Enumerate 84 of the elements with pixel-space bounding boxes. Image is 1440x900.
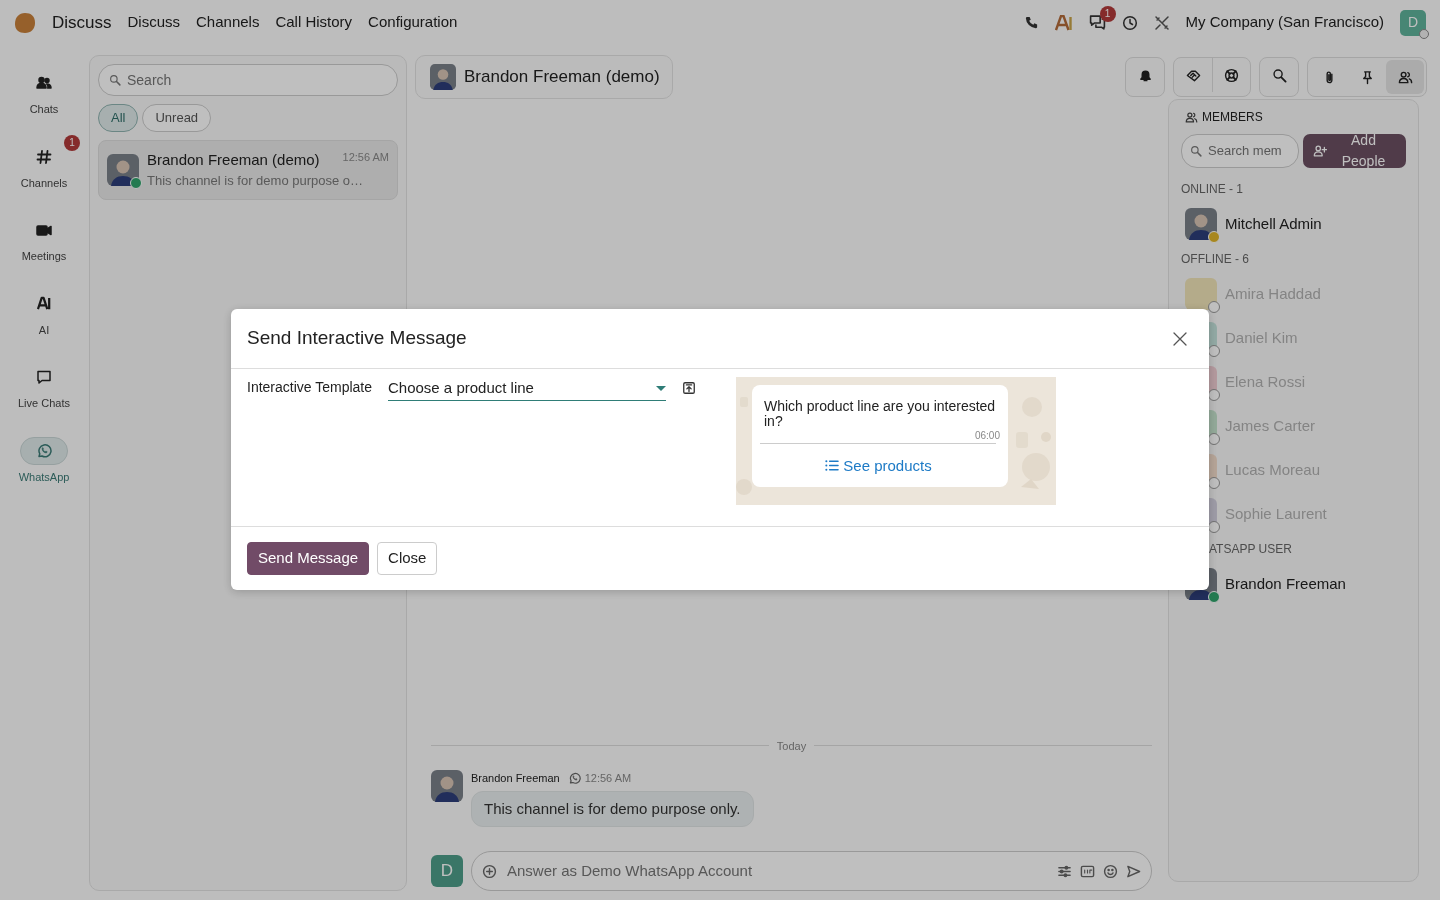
composer-field[interactable]: Answer as Demo WhatsApp Account xyxy=(471,851,1152,891)
send-message-button[interactable]: Send Message xyxy=(247,542,370,575)
conversation-time: 12:56 AM xyxy=(342,149,389,165)
message-author: Brandon Freeman xyxy=(471,771,560,786)
caret-icon xyxy=(656,385,666,392)
user-avatar xyxy=(430,64,456,90)
search-field[interactable]: Search mem xyxy=(1181,134,1299,168)
whatsapp-status-dot xyxy=(1208,591,1220,603)
panel-title: MEMBERS xyxy=(1202,109,1263,126)
search-input[interactable]: Search mem xyxy=(1206,140,1292,162)
search-input[interactable]: Search xyxy=(125,68,387,92)
search-icon xyxy=(1271,67,1287,83)
search-icon xyxy=(1190,145,1202,157)
user-avatar: D xyxy=(431,855,463,887)
message-bubble: This channel is for demo purpose only. xyxy=(471,790,754,827)
gif-icon[interactable] xyxy=(1080,863,1095,879)
section-heading: ONLINE - 1 xyxy=(1181,181,1244,198)
messages-icon[interactable] xyxy=(1088,14,1106,31)
video-camera-icon xyxy=(36,222,52,238)
lifebuoy-icon xyxy=(1224,67,1239,83)
channel-title: Brandon Freeman (demo) xyxy=(464,66,660,89)
list-icon xyxy=(824,458,840,474)
message-input[interactable]: Answer as Demo WhatsApp Account xyxy=(505,858,1049,884)
sidebar-item[interactable]: Live Chats xyxy=(8,355,80,413)
away-status-dot xyxy=(1208,231,1220,243)
menu-item[interactable]: Call History xyxy=(275,11,353,34)
template-select[interactable]: Choose a product line xyxy=(388,377,666,401)
hash-icon xyxy=(36,148,52,165)
add-person-icon xyxy=(1313,144,1327,158)
menu-item[interactable]: Discuss xyxy=(127,11,181,34)
menu-item[interactable]: Channels xyxy=(196,11,260,34)
notification-badge: 1 xyxy=(1099,6,1116,22)
members-button[interactable] xyxy=(1386,60,1424,94)
conversation-item[interactable]: Brandon Freeman (demo) 12:56 AM This channel is for demo purpose o… xyxy=(98,139,398,200)
whatsapp-icon xyxy=(36,442,52,459)
members-icon xyxy=(1185,110,1198,124)
send-icon[interactable] xyxy=(1126,863,1141,879)
search-icon xyxy=(109,74,121,86)
company-switcher[interactable]: My Company (San Francisco) xyxy=(1185,11,1384,34)
sliders-icon[interactable] xyxy=(1057,863,1072,879)
members-icon xyxy=(1397,69,1413,85)
close-icon xyxy=(1172,330,1188,347)
offline-status-dot xyxy=(1208,301,1220,313)
preview-time: 06:00 xyxy=(973,429,1000,444)
sidebar-item[interactable]: 1 Channels xyxy=(8,134,80,192)
sidebar-item[interactable]: Chats xyxy=(8,61,80,119)
close-button[interactable]: Close xyxy=(377,542,438,575)
see-products-button[interactable]: See products xyxy=(760,443,996,488)
filter-tab[interactable]: Unread xyxy=(142,104,212,132)
section-heading: ATSAPP USER xyxy=(1208,541,1293,558)
conversation-preview: This channel is for demo purpose o… xyxy=(147,172,365,190)
section-heading: OFFLINE - 6 xyxy=(1181,251,1250,268)
chat-bubble-icon xyxy=(36,369,52,385)
field-label: Interactive Template xyxy=(247,378,374,397)
date-separator: Today xyxy=(776,738,807,754)
people-icon xyxy=(36,75,52,91)
sidebar-item[interactable]: Meetings xyxy=(8,208,80,266)
member-name[interactable]: Brandon Freeman xyxy=(1225,572,1346,596)
user-avatar xyxy=(1185,208,1217,240)
tools-icon[interactable] xyxy=(1153,14,1170,31)
message-time: 12:56 AM xyxy=(584,771,632,786)
plus-icon[interactable] xyxy=(482,863,497,879)
ai-icon xyxy=(36,296,52,311)
notification-badge: 1 xyxy=(64,134,80,151)
logo-icon xyxy=(14,11,36,34)
member-name[interactable]: Mitchell Admin xyxy=(1225,212,1322,236)
conversation-name: Brandon Freeman (demo) xyxy=(147,149,320,170)
preview-text: Which product line are you interested in? xyxy=(764,399,997,429)
sidebar-item[interactable]: AI xyxy=(8,281,80,339)
whatsapp-icon xyxy=(567,771,581,785)
search-field[interactable]: Search xyxy=(98,64,398,96)
add-people-button[interactable]: Add People xyxy=(1303,134,1406,168)
app-name: Discuss xyxy=(52,11,112,34)
sidebar-item[interactable]: WhatsApp xyxy=(8,428,80,486)
clock-icon[interactable] xyxy=(1121,14,1138,31)
phone-icon xyxy=(1023,15,1039,30)
ai-icon[interactable] xyxy=(1054,12,1073,33)
user-avatar xyxy=(107,153,139,186)
filter-tab[interactable]: All xyxy=(98,104,139,132)
emoji-icon[interactable] xyxy=(1103,863,1118,879)
menu-item[interactable]: Configuration xyxy=(368,11,458,34)
user-avatar xyxy=(431,770,463,802)
dialog-title: Send Interactive Message xyxy=(247,326,467,351)
external-link-icon[interactable] xyxy=(682,381,696,395)
